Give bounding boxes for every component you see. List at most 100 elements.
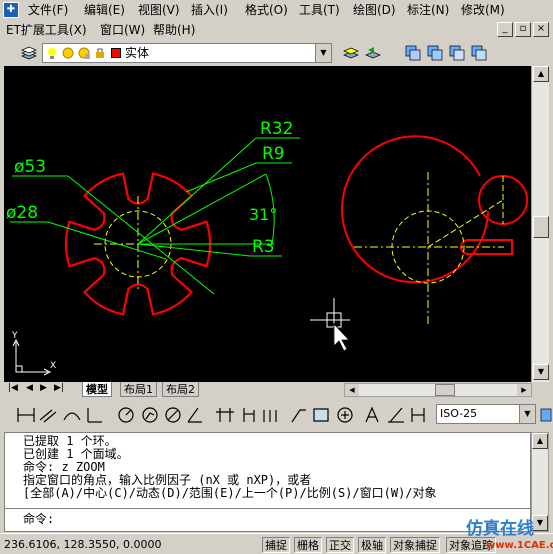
- menu-edit[interactable]: 编辑(E): [84, 2, 125, 18]
- dimstyle-icon[interactable]: [540, 406, 552, 424]
- continue-icon[interactable]: [263, 410, 277, 422]
- menu-draw[interactable]: 绘图(D): [353, 2, 396, 18]
- viewport-freeze-icon: [78, 47, 90, 59]
- ucs-icon: [12, 338, 52, 376]
- layout-tabs: |◀ ◀ ▶ ▶| 模型 布局1 布局2 ◀ ▶: [4, 382, 549, 398]
- command-prompt[interactable]: 命令:: [23, 513, 54, 526]
- markup-icon[interactable]: [470, 44, 488, 62]
- make-object-layer-current-icon[interactable]: [342, 44, 360, 62]
- horizontal-scrollbar[interactable]: ◀ ▶: [344, 383, 532, 397]
- layer-color-swatch: [111, 48, 121, 58]
- ucs-y-label: Y: [11, 331, 18, 341]
- menu-window[interactable]: 窗口(W): [100, 22, 145, 38]
- ucs-x-label: X: [50, 361, 56, 371]
- design-center-icon[interactable]: [426, 44, 444, 62]
- layer-name: 实体: [125, 46, 150, 60]
- menu-help[interactable]: 帮助(H): [153, 22, 195, 38]
- baseline-icon[interactable]: [243, 408, 255, 422]
- tab-next-icon[interactable]: ▶: [40, 383, 47, 393]
- tab-model[interactable]: 模型: [82, 382, 112, 397]
- menu-insert[interactable]: 插入(I): [191, 2, 228, 18]
- dim-edit-icon[interactable]: [365, 406, 379, 423]
- chevron-down-icon[interactable]: ▼: [315, 44, 331, 62]
- menu-format[interactable]: 格式(O): [245, 2, 288, 18]
- jogged-icon[interactable]: [142, 407, 158, 423]
- layer-manager-icon[interactable]: [20, 44, 38, 62]
- center-mark-icon[interactable]: [337, 407, 353, 423]
- dimension-toolbar-icons: [17, 406, 425, 423]
- leader-icon[interactable]: [291, 409, 306, 423]
- scroll-right-button[interactable]: ▶: [517, 384, 531, 396]
- cmd-scroll-up[interactable]: ▲: [532, 433, 548, 449]
- drawing-canvas[interactable]: R32 R9 ø53 ø28 31° R3 Y X: [4, 66, 531, 382]
- dim-r9: R9: [262, 144, 285, 164]
- dimension-toolbar: ISO-25 ▼: [0, 400, 553, 430]
- tab-layout1[interactable]: 布局1: [120, 382, 157, 397]
- scroll-thumb[interactable]: [533, 216, 549, 238]
- sun-icon: [62, 47, 74, 59]
- dim-angle: 31°: [249, 205, 277, 224]
- menu-et-tools[interactable]: ET扩展工具(X): [6, 22, 87, 38]
- dim-update-icon[interactable]: [411, 408, 425, 422]
- coordinate-readout: 236.6106, 128.3550, 0.0000: [4, 538, 162, 551]
- tool-palette-icon[interactable]: [448, 44, 466, 62]
- scroll-left-button[interactable]: ◀: [345, 384, 359, 396]
- layer-previous-icon[interactable]: [364, 44, 382, 62]
- restore-button[interactable]: ▫: [515, 22, 531, 37]
- diameter-icon[interactable]: [165, 407, 181, 423]
- menu-view[interactable]: 视图(V): [138, 2, 180, 18]
- dim-text-edit-icon[interactable]: [388, 407, 404, 423]
- tab-layout2[interactable]: 布局2: [162, 382, 199, 397]
- tab-prev-icon[interactable]: ◀: [26, 383, 33, 393]
- hscroll-thumb[interactable]: [435, 384, 455, 396]
- menu-modify[interactable]: 修改(M): [461, 2, 505, 18]
- chevron-down-icon[interactable]: ▼: [519, 405, 535, 423]
- dim-d28: ø28: [6, 203, 38, 223]
- dim-d53: ø53: [14, 157, 46, 177]
- ordinate-icon[interactable]: [87, 408, 102, 423]
- lock-icon: [96, 48, 104, 58]
- tab-first-icon[interactable]: |◀: [8, 383, 18, 393]
- properties-icon[interactable]: [404, 44, 422, 62]
- tab-last-icon[interactable]: ▶|: [54, 383, 64, 393]
- dimstyle-value: ISO-25: [440, 407, 478, 420]
- scroll-up-button[interactable]: ▲: [533, 66, 549, 82]
- layer-toolbar: 实体 ▼: [0, 40, 553, 66]
- osnap-button[interactable]: 对象捕捉: [390, 537, 440, 553]
- menu-tools[interactable]: 工具(T): [299, 2, 340, 18]
- layer-combo[interactable]: 实体 ▼: [42, 43, 332, 63]
- lightbulb-icon: [48, 48, 56, 59]
- cam-part: [341, 135, 528, 324]
- app-icon[interactable]: ✚: [3, 2, 19, 18]
- drawing-svg[interactable]: R32 R9 ø53 ø28 31° R3 Y X: [4, 66, 531, 382]
- tolerance-icon[interactable]: [313, 408, 329, 422]
- menu-dimension[interactable]: 标注(N): [407, 2, 449, 18]
- command-window[interactable]: 已提取 1 个环。 已创建 1 个面域。 命令: z ZOOM 指定窗口的角点，…: [4, 432, 531, 532]
- crosshair-cursor: [310, 298, 350, 352]
- radius-icon[interactable]: [118, 407, 134, 423]
- watermark-text: 仿真在线: [466, 519, 534, 539]
- arc-length-icon[interactable]: [63, 412, 81, 421]
- dim-r32: R32: [260, 119, 293, 139]
- ortho-button[interactable]: 正交: [326, 537, 354, 553]
- cmd-scroll-down[interactable]: ▼: [532, 515, 548, 531]
- quick-dim-icon[interactable]: [216, 408, 234, 422]
- aligned-dimension-icon[interactable]: [39, 409, 57, 423]
- grid-button[interactable]: 栅格: [294, 537, 322, 553]
- close-button[interactable]: ×: [533, 22, 549, 37]
- polar-button[interactable]: 极轴: [358, 537, 386, 553]
- snap-button[interactable]: 捕捉: [262, 537, 290, 553]
- minimize-button[interactable]: _: [497, 22, 513, 37]
- angular-icon[interactable]: [187, 407, 202, 423]
- vertical-scrollbar[interactable]: ▲ ▼: [531, 66, 549, 382]
- command-line-5: [全部(A)/中心(C)/动态(D)/范围(E)/上一个(P)/比例(S)/窗口…: [23, 486, 437, 500]
- menu-file[interactable]: 文件(F): [28, 2, 68, 18]
- dim-r3: R3: [252, 237, 275, 257]
- scroll-down-button[interactable]: ▼: [533, 364, 549, 380]
- watermark-site: www.1CAE.com: [486, 540, 553, 551]
- linear-dimension-icon[interactable]: [17, 408, 35, 422]
- dimstyle-combo[interactable]: ISO-25 ▼: [436, 404, 536, 424]
- menu-bar: ✚ 文件(F) 编辑(E) 视图(V) 插入(I) 格式(O) 工具(T) 绘图…: [0, 0, 553, 20]
- menu-bar-row2: ET扩展工具(X) 窗口(W) 帮助(H) _ ▫ ×: [0, 20, 553, 40]
- command-divider: [5, 508, 530, 509]
